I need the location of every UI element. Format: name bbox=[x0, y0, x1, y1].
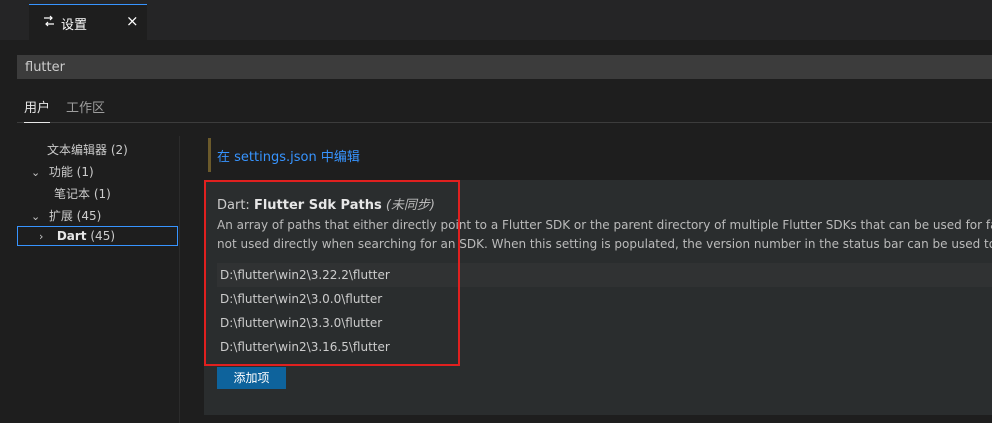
toc-item-count: (1) bbox=[76, 165, 94, 179]
settings-search-input[interactable] bbox=[17, 55, 992, 79]
setting-name: Flutter Sdk Paths bbox=[253, 198, 382, 213]
tab-workspace[interactable]: 工作区 bbox=[66, 97, 105, 122]
sync-status: (未同步) bbox=[385, 198, 436, 213]
toc-item-count: (45) bbox=[90, 229, 116, 243]
list-item[interactable]: D:\flutter\win2\3.0.0\flutter bbox=[217, 287, 992, 311]
toc-item-label: 功能 bbox=[48, 165, 73, 179]
toc-item-label: 文本编辑器 bbox=[47, 143, 108, 157]
list-item[interactable]: D:\flutter\win2\3.16.5\flutter bbox=[217, 335, 992, 359]
modified-indicator bbox=[208, 138, 211, 172]
toc-item-count: (45) bbox=[76, 209, 102, 223]
tab-user[interactable]: 用户 bbox=[24, 97, 51, 123]
setting-description: An array of paths that either directly p… bbox=[217, 216, 992, 254]
chevron-down-icon: ⌄ bbox=[31, 210, 41, 223]
tab-label: 设置 bbox=[61, 18, 88, 33]
close-icon[interactable]: × bbox=[126, 12, 139, 30]
add-item-button[interactable]: 添加项 bbox=[217, 367, 286, 389]
toc-item-dart[interactable]: › Dart (45) bbox=[39, 229, 115, 243]
toc-item-label: Dart bbox=[56, 229, 87, 243]
scope-tabs: 用户 工作区 bbox=[17, 92, 992, 123]
tab-settings[interactable]: 设置 × bbox=[29, 4, 147, 40]
chevron-down-icon: ⌄ bbox=[31, 166, 41, 179]
list-item[interactable]: D:\flutter\win2\3.22.2\flutter bbox=[217, 263, 992, 287]
description-line: An array of paths that either directly p… bbox=[217, 218, 992, 232]
description-line: not used directly when searching for an … bbox=[217, 237, 992, 251]
toc-item-label: 笔记本 bbox=[54, 187, 91, 201]
setting-category: Dart: bbox=[217, 198, 254, 213]
settings-icon bbox=[44, 15, 54, 27]
toc-item-notebook[interactable]: 笔记本 (1) bbox=[54, 185, 111, 202]
toc-item-text-editor[interactable]: 文本编辑器 (2) bbox=[47, 141, 128, 158]
toc-item-count: (1) bbox=[93, 187, 111, 201]
setting-title: Dart: Flutter Sdk Paths (未同步) bbox=[217, 194, 435, 213]
sdk-path-list: D:\flutter\win2\3.22.2\flutter D:\flutte… bbox=[217, 263, 992, 359]
toc-item-extensions[interactable]: ⌄ 扩展 (45) bbox=[31, 207, 101, 224]
list-item[interactable]: D:\flutter\win2\3.3.0\flutter bbox=[217, 311, 992, 335]
edit-in-settings-json-link[interactable]: 在 settings.json 中编辑 bbox=[217, 146, 360, 165]
toc-item-label: 扩展 bbox=[48, 209, 73, 223]
toc-item-count: (2) bbox=[110, 143, 128, 157]
chevron-right-icon: › bbox=[39, 230, 44, 243]
toc-item-features[interactable]: ⌄ 功能 (1) bbox=[31, 163, 94, 180]
editor-tab-bar: 设置 × bbox=[0, 0, 992, 41]
